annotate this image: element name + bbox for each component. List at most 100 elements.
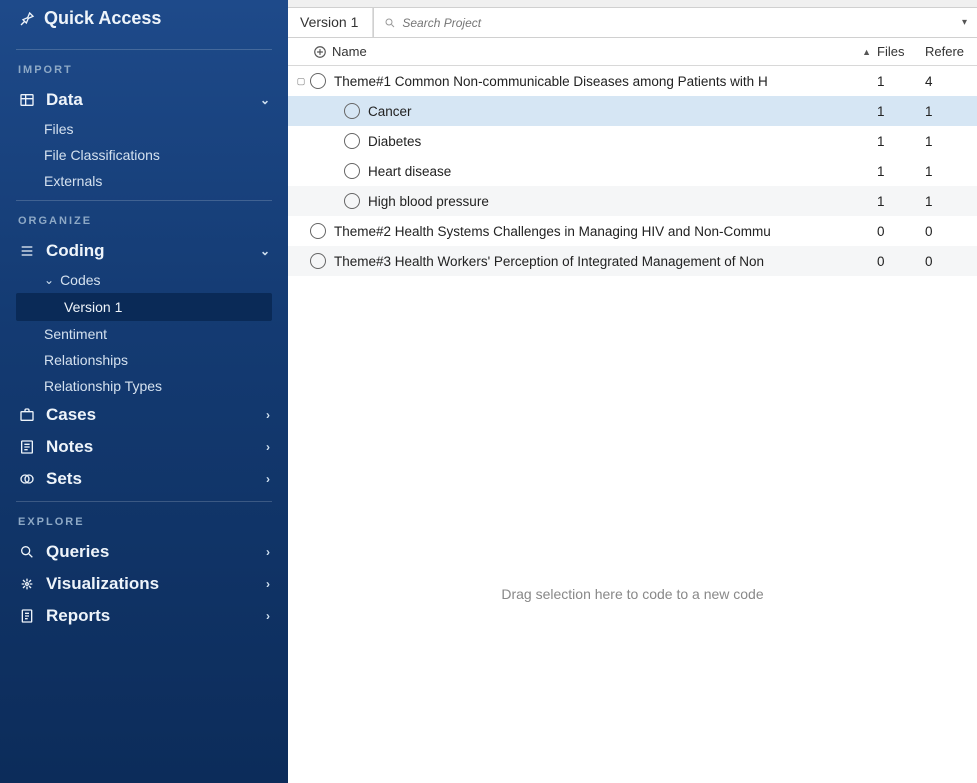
dropdown-chevron-icon[interactable]: ▾	[958, 17, 971, 28]
drop-hint: Drag selection here to code to a new cod…	[288, 586, 977, 602]
row-files: 1	[877, 74, 925, 89]
row-name: High blood pressure	[368, 194, 877, 209]
nav-externals[interactable]: Externals	[0, 168, 288, 194]
visualizations-icon	[18, 575, 36, 593]
briefcase-icon	[18, 406, 36, 424]
nav-files[interactable]: Files	[0, 116, 288, 142]
code-tree: ▢ Theme#1 Common Non-communicable Diseas…	[288, 66, 977, 783]
tree-row-cancer[interactable]: Cancer 1 1	[288, 96, 977, 126]
notes-icon	[18, 438, 36, 456]
col-refs[interactable]: Refere	[925, 44, 977, 59]
divider	[16, 501, 272, 502]
nav-data-label: Data	[46, 90, 83, 110]
row-refs: 4	[925, 74, 977, 89]
row-name: Theme#2 Health Systems Challenges in Man…	[334, 224, 877, 239]
chevron-right-icon: ›	[266, 440, 270, 454]
top-strip: Code Classificati	[288, 0, 977, 8]
search-icon	[18, 543, 36, 561]
row-name: Cancer	[368, 104, 877, 119]
chevron-down-icon: ⌄	[44, 273, 54, 287]
node-icon	[344, 193, 360, 209]
row-name: Theme#3 Health Workers' Perception of In…	[334, 254, 877, 269]
nav-version1[interactable]: Version 1	[16, 293, 272, 321]
tree-row-high-blood-pressure[interactable]: High blood pressure 1 1	[288, 186, 977, 216]
tab-bar: Version 1 ▾	[288, 8, 977, 38]
section-import: IMPORT	[0, 56, 288, 84]
nav-coding-label: Coding	[46, 241, 105, 261]
nav-file-classifications[interactable]: File Classifications	[0, 142, 288, 168]
data-icon	[18, 91, 36, 109]
nav-cases[interactable]: Cases ›	[0, 399, 288, 431]
nav-coding[interactable]: Coding ⌄	[0, 235, 288, 267]
tab-version1[interactable]: Version 1	[288, 8, 373, 37]
nav-sets-label: Sets	[46, 469, 82, 489]
row-refs: 0	[925, 254, 977, 269]
tree-row-theme2[interactable]: Theme#2 Health Systems Challenges in Man…	[288, 216, 977, 246]
node-icon	[344, 103, 360, 119]
row-files: 1	[877, 194, 925, 209]
nav-reports[interactable]: Reports ›	[0, 600, 288, 632]
row-files: 1	[877, 104, 925, 119]
nav-sentiment[interactable]: Sentiment	[0, 321, 288, 347]
col-name-label: Name	[332, 44, 367, 59]
node-icon	[344, 163, 360, 179]
search-icon	[384, 17, 396, 29]
nav-relationships[interactable]: Relationships	[0, 347, 288, 373]
sort-asc-icon: ▲	[862, 47, 877, 57]
chevron-down-icon: ⌄	[260, 93, 270, 107]
tree-row-theme1[interactable]: ▢ Theme#1 Common Non-communicable Diseas…	[288, 66, 977, 96]
node-icon	[344, 133, 360, 149]
chevron-right-icon: ›	[266, 577, 270, 591]
tree-row-diabetes[interactable]: Diabetes 1 1	[288, 126, 977, 156]
nav-queries[interactable]: Queries ›	[0, 536, 288, 568]
main-panel: Code Classificati Version 1 ▾ Name ▲ Fil…	[288, 0, 977, 783]
chevron-right-icon: ›	[266, 609, 270, 623]
row-refs: 1	[925, 164, 977, 179]
row-refs: 0	[925, 224, 977, 239]
nav-visualizations[interactable]: Visualizations ›	[0, 568, 288, 600]
row-name: Theme#1 Common Non-communicable Diseases…	[334, 74, 877, 89]
chevron-right-icon: ›	[266, 472, 270, 486]
row-refs: 1	[925, 104, 977, 119]
sets-icon	[18, 470, 36, 488]
quick-access-label: Quick Access	[44, 8, 161, 29]
chevron-right-icon: ›	[266, 408, 270, 422]
nav-notes[interactable]: Notes ›	[0, 431, 288, 463]
row-files: 0	[877, 224, 925, 239]
pin-icon	[18, 10, 36, 28]
sidebar: Quick Access IMPORT Data ⌄ Files File Cl…	[0, 0, 288, 783]
nav-cases-label: Cases	[46, 405, 96, 425]
row-name: Diabetes	[368, 134, 877, 149]
plus-circle-icon	[313, 45, 327, 59]
nav-relationship-types[interactable]: Relationship Types	[0, 373, 288, 399]
expand-all-button[interactable]	[308, 45, 332, 59]
nav-codes[interactable]: ⌄ Codes	[0, 267, 288, 293]
section-organize: ORGANIZE	[0, 207, 288, 235]
row-files: 1	[877, 134, 925, 149]
nav-data[interactable]: Data ⌄	[0, 84, 288, 116]
search-project[interactable]: ▾	[373, 8, 977, 37]
collapse-toggle[interactable]: ▢	[294, 76, 308, 87]
divider	[16, 49, 272, 50]
search-input[interactable]	[402, 16, 958, 30]
row-refs: 1	[925, 134, 977, 149]
row-name: Heart disease	[368, 164, 877, 179]
quick-access-header[interactable]: Quick Access	[0, 8, 288, 43]
section-explore: EXPLORE	[0, 508, 288, 536]
col-files[interactable]: Files	[877, 44, 925, 59]
nav-queries-label: Queries	[46, 542, 109, 562]
tree-row-theme3[interactable]: Theme#3 Health Workers' Perception of In…	[288, 246, 977, 276]
reports-icon	[18, 607, 36, 625]
divider	[16, 200, 272, 201]
col-name[interactable]: Name ▲	[332, 44, 877, 59]
column-header: Name ▲ Files Refere	[288, 38, 977, 66]
chevron-right-icon: ›	[266, 545, 270, 559]
row-files: 0	[877, 254, 925, 269]
nav-sets[interactable]: Sets ›	[0, 463, 288, 495]
node-icon	[310, 73, 326, 89]
nav-visualizations-label: Visualizations	[46, 574, 159, 594]
node-icon	[310, 253, 326, 269]
nav-reports-label: Reports	[46, 606, 110, 626]
tree-row-heart-disease[interactable]: Heart disease 1 1	[288, 156, 977, 186]
row-files: 1	[877, 164, 925, 179]
